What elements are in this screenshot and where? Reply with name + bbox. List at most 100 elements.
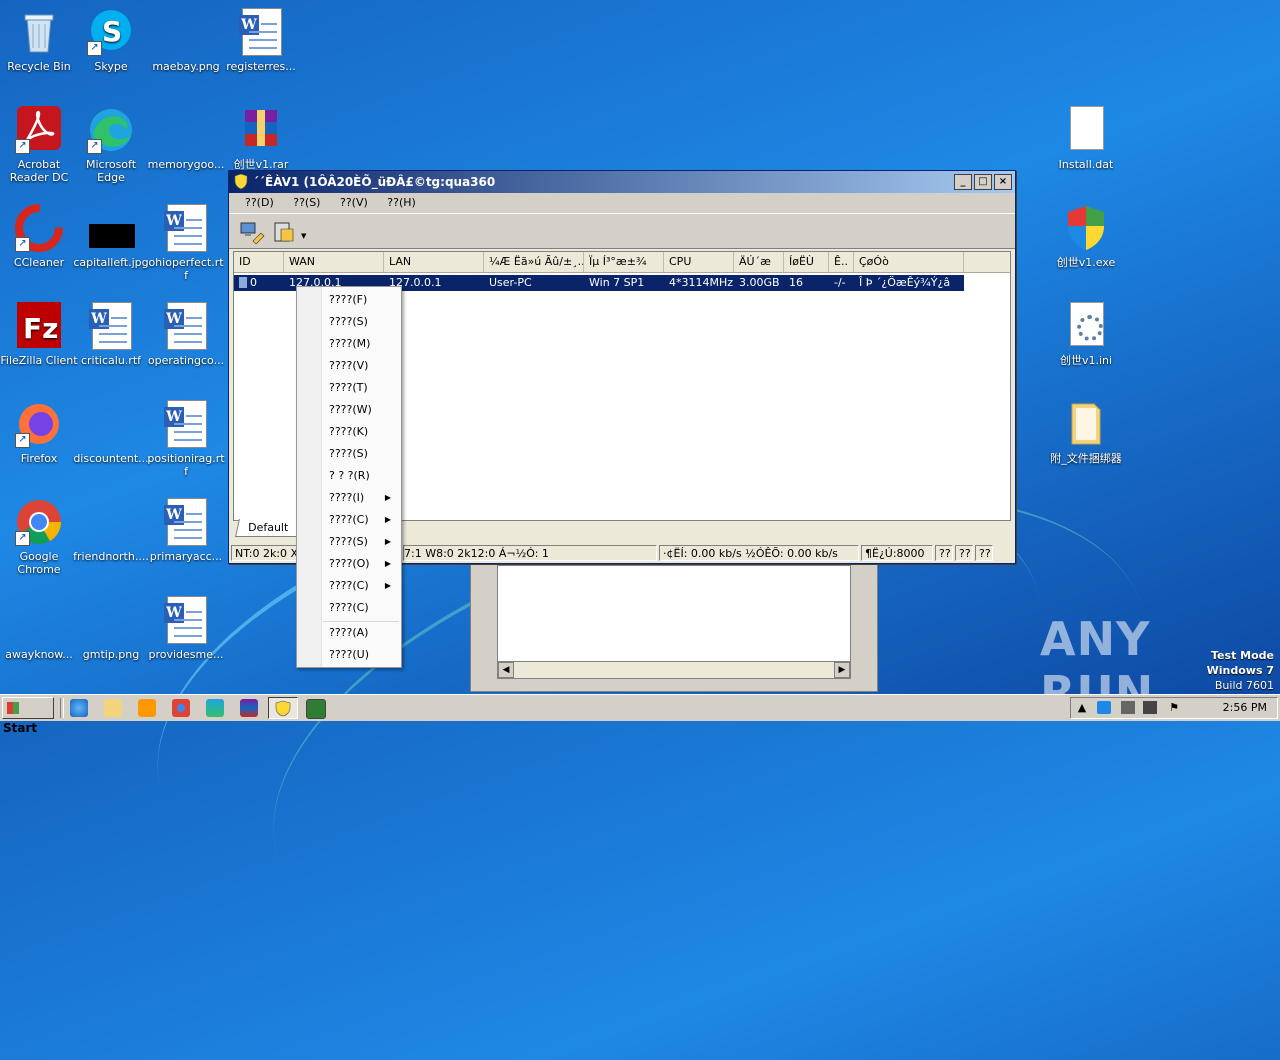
- edge-taskbar-icon[interactable]: [206, 699, 224, 717]
- close-button[interactable]: ×: [994, 174, 1012, 190]
- column-header[interactable]: ID: [234, 252, 284, 272]
- cell: 0: [234, 275, 284, 291]
- icon-label: friendnorth....: [73, 550, 149, 563]
- maximize-button[interactable]: □: [974, 174, 992, 190]
- context-menu-item[interactable]: ? ? ?(R): [329, 466, 397, 486]
- column-header[interactable]: LAN: [384, 252, 484, 272]
- start-button[interactable]: Start: [2, 697, 54, 735]
- menu-item[interactable]: ??(S): [285, 193, 328, 212]
- desktop-icon-ccleaner[interactable]: ↗ CCleaner: [0, 204, 78, 269]
- media-player-icon[interactable]: [138, 699, 156, 717]
- submenu-arrow-icon: ▶: [384, 581, 391, 590]
- context-menu-item[interactable]: ????(C): [329, 598, 397, 618]
- desktop-icon-acrobat[interactable]: ↗ Acrobat Reader DC: [0, 106, 78, 184]
- desktop-icon-recycle-bin[interactable]: Recycle Bin: [0, 8, 78, 73]
- winrar-icon: [237, 106, 285, 154]
- desktop-icon-positionirag[interactable]: W positionirag.rtf: [147, 400, 225, 478]
- desktop-icon-maebay[interactable]: maebay.png: [147, 8, 225, 73]
- background-window[interactable]: ◀ ▶: [470, 556, 878, 692]
- desktop-icon-rar[interactable]: 创世v1.rar: [222, 106, 300, 171]
- menu-item[interactable]: ??(V): [332, 193, 376, 212]
- desktop-icon-edge[interactable]: ↗ Microsoft Edge: [72, 106, 150, 184]
- context-menu-item[interactable]: ????(W): [329, 400, 397, 420]
- menu-item[interactable]: ??(D): [237, 193, 282, 212]
- tray-app-icon[interactable]: [1097, 701, 1111, 714]
- desktop-icon-ohioperfect[interactable]: W ohioperfect.rtf: [147, 204, 225, 282]
- tab-default[interactable]: Default: [235, 519, 302, 537]
- chrome-taskbar-icon[interactable]: [172, 699, 190, 717]
- desktop-icon-criticalu[interactable]: W criticalu.rtf: [72, 302, 150, 367]
- minimize-button[interactable]: _: [954, 174, 972, 190]
- desktop-icon-firefox[interactable]: ↗ Firefox: [0, 400, 78, 465]
- context-menu-item[interactable]: ????(C) ▶: [329, 576, 397, 596]
- column-header[interactable]: Ê..: [829, 252, 854, 272]
- tray-monitor-icon[interactable]: [1143, 701, 1157, 714]
- scroll-left-icon[interactable]: ◀: [498, 662, 514, 678]
- shortcut-arrow-icon: ↗: [15, 433, 30, 448]
- desktop-icon-operatingco[interactable]: W operatingco...: [147, 302, 225, 367]
- context-menu-item[interactable]: ????(S) ▶: [329, 532, 397, 552]
- desktop-icon-friendnorth[interactable]: friendnorth....: [72, 498, 150, 563]
- context-menu-item[interactable]: ????(S): [329, 312, 397, 332]
- acrobat-icon: ↗: [15, 106, 63, 154]
- desktop-icon-primaryacc[interactable]: W primaryacc...: [147, 498, 225, 563]
- desktop-icon-install-dat[interactable]: Install.dat: [1047, 106, 1125, 171]
- recycle-bin-icon: [15, 8, 63, 56]
- shortcut-arrow-icon: ↗: [15, 237, 30, 252]
- explorer-icon[interactable]: [104, 699, 122, 717]
- icon-label: Microsoft Edge: [85, 158, 137, 184]
- desktop-icon-providesme[interactable]: W providesme...: [147, 596, 225, 661]
- desktop-icon-capitalleft[interactable]: capitalleft.jpg: [72, 204, 150, 269]
- title-bar[interactable]: ´´ÊÀV1 (1ÔÂ20ÈÕ_üÐÂ£©tg:qua360 _ □ ×: [229, 171, 1015, 193]
- winrar-taskbar-icon[interactable]: [240, 699, 258, 717]
- column-header[interactable]: ÍøËÙ: [784, 252, 829, 272]
- column-header[interactable]: WAN: [284, 252, 384, 272]
- dropdown-arrow-icon[interactable]: ▼: [301, 232, 306, 240]
- column-header[interactable]: ÄÚ´æ: [734, 252, 784, 272]
- menu-item[interactable]: ??(H): [379, 193, 424, 212]
- desktop-icon-awayknow[interactable]: awayknow...: [0, 596, 78, 661]
- context-menu-item[interactable]: ????(T): [329, 378, 397, 398]
- context-menu-item[interactable]: ????(S): [329, 444, 397, 464]
- context-menu-item[interactable]: ????(V): [329, 356, 397, 376]
- desktop-icon-memorygoo[interactable]: memorygoo...: [147, 106, 225, 171]
- column-header[interactable]: Ïµ Í³°æ±¾: [584, 252, 664, 272]
- column-header[interactable]: CPU: [664, 252, 734, 272]
- desktop-icon-exe[interactable]: 创世v1.exe: [1047, 204, 1125, 269]
- scroll-right-icon[interactable]: ▶: [834, 662, 850, 678]
- context-menu-item[interactable]: ????(M): [329, 334, 397, 354]
- tray-expand-icon[interactable]: ▲: [1075, 701, 1089, 714]
- build-tool-icon[interactable]: [271, 219, 297, 245]
- desktop-icon-folder[interactable]: 附_文件捆绑器: [1047, 400, 1125, 465]
- desktop-icon-ini[interactable]: 创世v1.ini: [1047, 302, 1125, 367]
- desktop-icon-skype[interactable]: S ↗ Skype: [72, 8, 150, 73]
- context-menu-item[interactable]: ????(I) ▶: [329, 488, 397, 508]
- column-header[interactable]: ÇøÓò: [854, 252, 964, 272]
- context-menu-item[interactable]: ????(A): [329, 623, 397, 643]
- context-menu-item[interactable]: ????(C) ▶: [329, 510, 397, 530]
- desktop-icon-filezilla[interactable]: Fz FileZilla Client: [0, 302, 78, 367]
- icon-label: maebay.png: [152, 60, 220, 73]
- icon-label: 创世v1.ini: [1059, 354, 1113, 367]
- clock[interactable]: 2:56 PM: [1223, 698, 1267, 718]
- context-menu-item[interactable]: ????(K): [329, 422, 397, 442]
- icon-label: Google Chrome: [17, 550, 61, 576]
- desktop-icon-chrome[interactable]: ↗ Google Chrome: [0, 498, 78, 576]
- horizontal-scrollbar[interactable]: ◀ ▶: [497, 661, 851, 679]
- desktop-icon-gmtip[interactable]: gmtip.png: [72, 596, 150, 661]
- status-indicator: ??: [955, 545, 973, 561]
- network-icon[interactable]: [1121, 701, 1135, 714]
- desktop-icon-registerres[interactable]: W registerres...: [222, 8, 300, 73]
- context-menu-item[interactable]: ????(F): [329, 290, 397, 310]
- taskbar-app-active[interactable]: [268, 697, 298, 719]
- context-menu-item[interactable]: ????(U): [329, 645, 397, 665]
- column-header[interactable]: ¼Æ Ëã»ú Ãû/±¸..: [484, 252, 584, 272]
- desktop-icon-discountent[interactable]: discountent...: [72, 400, 150, 465]
- status-port: ¶Ë¿Ú:8000: [861, 545, 933, 561]
- terminal-taskbar-icon[interactable]: [306, 699, 326, 719]
- context-menu-item[interactable]: ????(O) ▶: [329, 554, 397, 574]
- ie-icon[interactable]: [70, 699, 88, 717]
- settings-tool-icon[interactable]: [239, 219, 265, 245]
- cell: 16: [789, 276, 803, 289]
- flag-icon[interactable]: ⚑: [1167, 701, 1181, 714]
